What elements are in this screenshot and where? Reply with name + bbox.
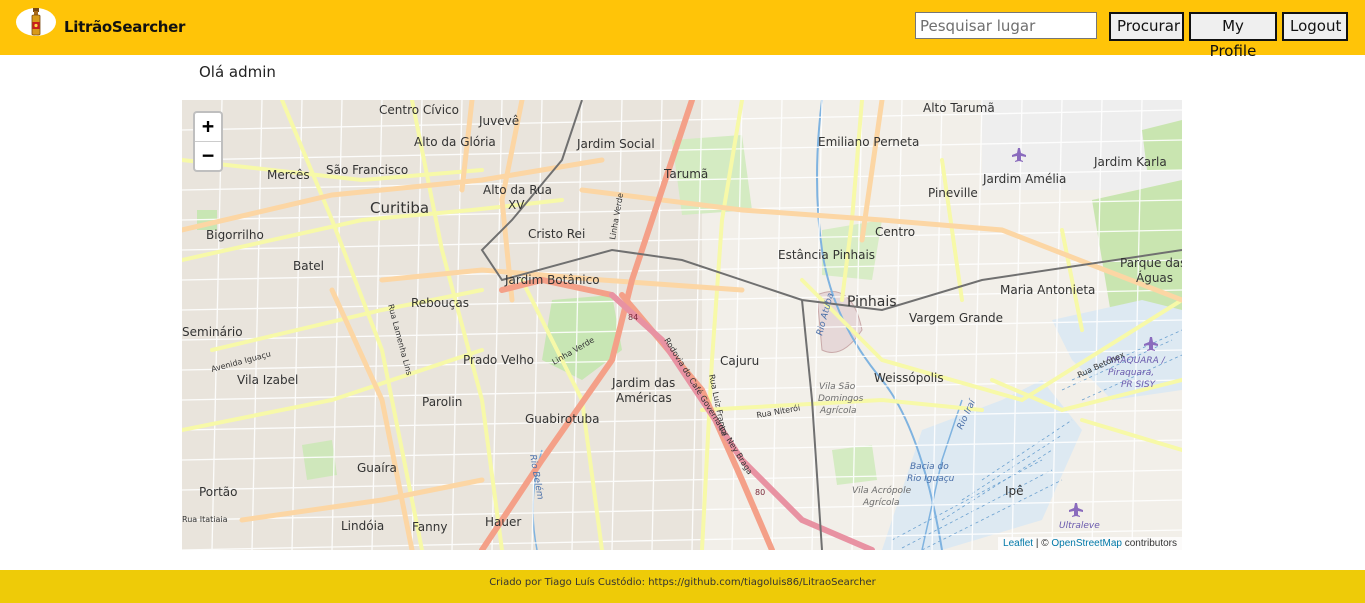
map-label-vila-acropole-2: Agrícola — [862, 498, 900, 508]
map-label-vila-sao-domingos-3: Agrícola — [819, 406, 857, 416]
map-label-emiliano-perneta: Emiliano Perneta — [818, 135, 919, 149]
map-label-parque-aguas-2: Águas — [1136, 270, 1173, 285]
openstreetmap-link[interactable]: OpenStreetMap — [1051, 538, 1122, 549]
map-label-seminario: Seminário — [182, 325, 243, 339]
map-label-lindoia: Lindóia — [341, 519, 384, 533]
map-label-bacia-2: Rio Iguaçu — [907, 474, 955, 484]
map-label-curitiba: Curitiba — [370, 199, 429, 217]
map-label-reboucas: Rebouças — [411, 296, 469, 310]
map-label-vargem-grande: Vargem Grande — [909, 311, 1003, 325]
map-label-jardim-social: Jardim Social — [576, 137, 655, 151]
leaflet-link[interactable]: Leaflet — [1003, 538, 1033, 549]
zoom-out-button[interactable]: − — [195, 142, 221, 170]
beer-bottle-logo-icon[interactable] — [16, 6, 56, 36]
map-label-parque-aguas-1: Parque das — [1120, 256, 1182, 270]
map-label-hauer: Hauer — [485, 515, 521, 529]
map-label-juveve: Juvevê — [478, 114, 519, 128]
map-label-weissopolis: Weissópolis — [874, 371, 944, 385]
map-label-guaira: Guaíra — [357, 461, 397, 475]
map-label-vila-sao-domingos-2: Domingos — [818, 394, 864, 404]
map-label-portao: Portão — [199, 485, 237, 499]
map-label-bacia-1: Bacia do — [910, 462, 949, 472]
map-label-jardim-americas-1: Jardim das — [611, 376, 675, 390]
map-label-alto-gloria: Alto da Glória — [414, 135, 496, 149]
map-label-jardim-botanico: Jardim Botânico — [504, 273, 600, 287]
map-label-br-80: 80 — [755, 488, 765, 497]
greeting-text: Olá admin — [199, 63, 276, 81]
map-label-alto-taruma: Alto Tarumã — [923, 101, 995, 115]
footer-credit: Criado por Tiago Luís Custódio: https://… — [489, 577, 876, 588]
map-label-vila-sao-domingos-1: Vila São — [819, 382, 856, 392]
attribution-suffix: contributors — [1121, 538, 1177, 549]
map-label-ipe: Ipê — [1005, 484, 1024, 498]
logout-button[interactable]: Logout — [1282, 12, 1348, 41]
search-button[interactable]: Procurar — [1109, 12, 1184, 41]
map-tiles[interactable]: Centro Cívico Juvevê Alto Tarumã Alto da… — [182, 100, 1182, 550]
map-label-cristo-rei: Cristo Rei — [528, 227, 585, 241]
map-label-guabirotuba: Guabirotuba — [525, 412, 600, 426]
map-label-ultraleve: Ultraleve — [1059, 521, 1100, 531]
map-label-piraquara-3: PR SISY — [1121, 380, 1157, 390]
map-label-jardim-americas-2: Américas — [616, 391, 672, 405]
footer: Criado por Tiago Luís Custódio: https://… — [0, 570, 1365, 603]
attribution-separator: | © — [1033, 538, 1052, 549]
zoom-control: + − — [193, 111, 223, 172]
map-label-vila-acropole-1: Vila Acrópole — [852, 485, 912, 496]
map-label-vila-izabel: Vila Izabel — [237, 373, 298, 387]
map-label-taruma: Tarumã — [663, 167, 708, 181]
map-label-sao-francisco: São Francisco — [326, 163, 408, 177]
map-label-piraquara-2: Piraquara, — [1108, 368, 1154, 378]
map-label-prado-velho: Prado Velho — [463, 353, 534, 367]
map-label-cajuru: Cajuru — [720, 354, 759, 368]
my-profile-button[interactable]: My Profile — [1189, 12, 1277, 60]
map-label-centro-civico: Centro Cívico — [379, 103, 459, 117]
map-label-estancia-pinhais: Estância Pinhais — [778, 248, 875, 262]
map-label-batel: Batel — [293, 259, 324, 273]
map-label-pineville: Pineville — [928, 186, 978, 200]
map-label-alto-rua-xv-1: Alto da Rua — [483, 183, 552, 197]
map-label-br-84: 84 — [628, 313, 638, 322]
map-label-rua-itatiaia: Rua Itatiaia — [182, 515, 228, 524]
search-input[interactable] — [915, 12, 1097, 39]
map-label-jardim-amelia: Jardim Amélia — [982, 172, 1066, 186]
map-label-alto-rua-xv-2: XV — [508, 198, 525, 212]
zoom-in-button[interactable]: + — [195, 113, 221, 142]
map-container[interactable]: Centro Cívico Juvevê Alto Tarumã Alto da… — [182, 100, 1182, 550]
map-label-parolin: Parolin — [422, 395, 462, 409]
map-label-fanny: Fanny — [412, 520, 447, 534]
map-label-bigorrilho: Bigorrilho — [206, 228, 264, 242]
map-attribution: Leaflet | © OpenStreetMap contributors — [998, 537, 1182, 550]
brand-title[interactable]: LitrãoSearcher — [64, 18, 185, 36]
map-label-jardim-karla: Jardim Karla — [1093, 155, 1167, 169]
navbar: LitrãoSearcher Procurar My Profile Logou… — [0, 0, 1365, 60]
map-label-pinhais: Pinhais — [847, 294, 897, 310]
map-label-merces: Mercês — [267, 168, 310, 182]
map-label-centro: Centro — [875, 225, 915, 239]
map-label-maria-antonieta: Maria Antonieta — [1000, 283, 1095, 297]
